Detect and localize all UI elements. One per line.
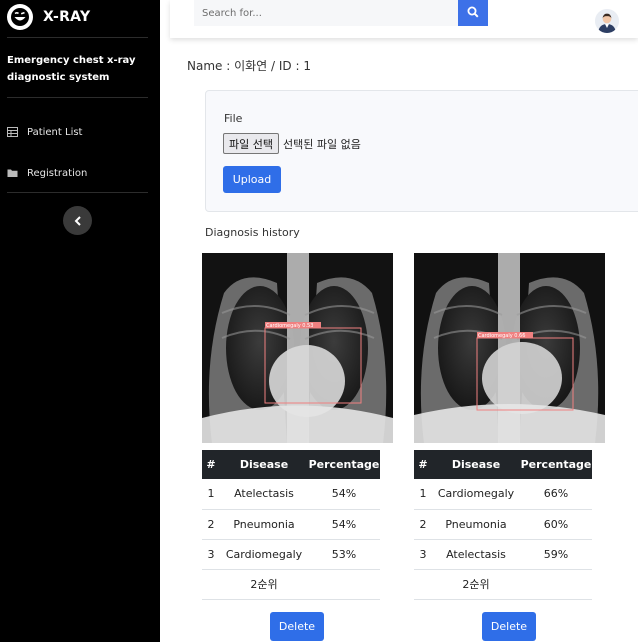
column-header: Percentage bbox=[308, 450, 380, 479]
disease-cell: Cardiomegaly bbox=[432, 479, 520, 510]
upload-card: File 파일 선택 선택된 파일 없음 Upload bbox=[205, 90, 638, 212]
system-name: Emergency chest x-ray diagnostic system bbox=[7, 55, 136, 83]
percentage-cell: 60% bbox=[520, 509, 592, 540]
file-input[interactable]: 파일 선택 선택된 파일 없음 bbox=[223, 133, 361, 154]
table-row: 1 Atelectasis 54% bbox=[202, 479, 380, 510]
table-header-row: # Disease Percentage bbox=[202, 450, 380, 479]
percentage-cell: 66% bbox=[520, 479, 592, 510]
diagnosis-history-title: Diagnosis history bbox=[205, 226, 300, 239]
column-header: # bbox=[414, 450, 432, 479]
sidebar-divider bbox=[7, 37, 148, 38]
disease-cell: Atelectasis bbox=[432, 539, 520, 570]
table-footer-row: 2순위 bbox=[202, 569, 380, 600]
disease-cell: Pneumonia bbox=[220, 509, 308, 540]
sidebar-item-registration[interactable]: Registration bbox=[7, 167, 87, 179]
sidebar-divider bbox=[7, 97, 148, 98]
laugh-wink-icon bbox=[7, 4, 33, 30]
percentage-cell: 54% bbox=[308, 479, 380, 510]
diagnosis-table: # Disease Percentage 1 Atelectasis 54% 2… bbox=[202, 450, 380, 600]
user-avatar[interactable] bbox=[595, 9, 619, 33]
sidebar-toggle-button[interactable] bbox=[63, 206, 92, 235]
table-row: 3 Cardiomegaly 53% bbox=[202, 539, 380, 570]
xray-image: Cardiomegaly 0.53 bbox=[202, 253, 393, 443]
table-row: 3 Atelectasis 59% bbox=[414, 539, 592, 570]
table-icon bbox=[7, 126, 19, 138]
column-header: # bbox=[202, 450, 220, 479]
choose-file-button[interactable]: 파일 선택 bbox=[223, 133, 279, 154]
file-status-text: 선택된 파일 없음 bbox=[282, 137, 361, 151]
upload-button[interactable]: Upload bbox=[223, 166, 281, 193]
percentage-cell: 53% bbox=[308, 539, 380, 570]
footer-cell: 2순위 bbox=[220, 569, 308, 600]
sidebar-divider bbox=[7, 192, 148, 193]
delete-button[interactable]: Delete bbox=[482, 612, 536, 641]
folder-icon bbox=[7, 167, 19, 179]
table-row: 2 Pneumonia 54% bbox=[202, 509, 380, 540]
sidebar-item-patient-list[interactable]: Patient List bbox=[7, 126, 82, 138]
search-button[interactable] bbox=[458, 0, 488, 26]
search-input[interactable] bbox=[194, 0, 459, 26]
bbox-label: Cardiomegaly 0.53 bbox=[266, 323, 313, 329]
rank-cell: 3 bbox=[414, 539, 432, 570]
rank-cell: 1 bbox=[202, 479, 220, 510]
percentage-cell: 59% bbox=[520, 539, 592, 570]
rank-cell: 2 bbox=[414, 509, 432, 540]
patient-info: Name : 이화연 / ID : 1 bbox=[187, 59, 311, 73]
chevron-left-icon bbox=[74, 211, 82, 230]
file-label: File bbox=[224, 112, 243, 125]
search-icon bbox=[467, 6, 479, 21]
column-header: Disease bbox=[220, 450, 308, 479]
brand-title: X-RAY bbox=[43, 9, 91, 25]
sidebar-item-label: Patient List bbox=[27, 126, 83, 138]
sidebar-item-label: Registration bbox=[27, 167, 88, 179]
diagnosis-table: # Disease Percentage 1 Cardiomegaly 66% … bbox=[414, 450, 592, 600]
bbox-label: Cardiomegaly 0.66 bbox=[478, 333, 525, 339]
rank-cell: 2 bbox=[202, 509, 220, 540]
rank-cell: 3 bbox=[202, 539, 220, 570]
delete-button[interactable]: Delete bbox=[270, 612, 324, 641]
topbar bbox=[170, 0, 638, 38]
disease-cell: Atelectasis bbox=[220, 479, 308, 510]
column-header: Percentage bbox=[520, 450, 592, 479]
footer-cell: 2순위 bbox=[432, 569, 520, 600]
table-header-row: # Disease Percentage bbox=[414, 450, 592, 479]
brand-link[interactable]: X-RAY bbox=[7, 4, 90, 30]
rank-cell: 1 bbox=[414, 479, 432, 510]
xray-image: Cardiomegaly 0.66 bbox=[414, 253, 605, 443]
disease-cell: Pneumonia bbox=[432, 509, 520, 540]
column-header: Disease bbox=[432, 450, 520, 479]
sidebar: X-RAY Emergency chest x-ray diagnostic s… bbox=[0, 0, 160, 642]
table-row: 1 Cardiomegaly 66% bbox=[414, 479, 592, 510]
disease-cell: Cardiomegaly bbox=[220, 539, 308, 570]
table-row: 2 Pneumonia 60% bbox=[414, 509, 592, 540]
table-footer-row: 2순위 bbox=[414, 569, 592, 600]
percentage-cell: 54% bbox=[308, 509, 380, 540]
